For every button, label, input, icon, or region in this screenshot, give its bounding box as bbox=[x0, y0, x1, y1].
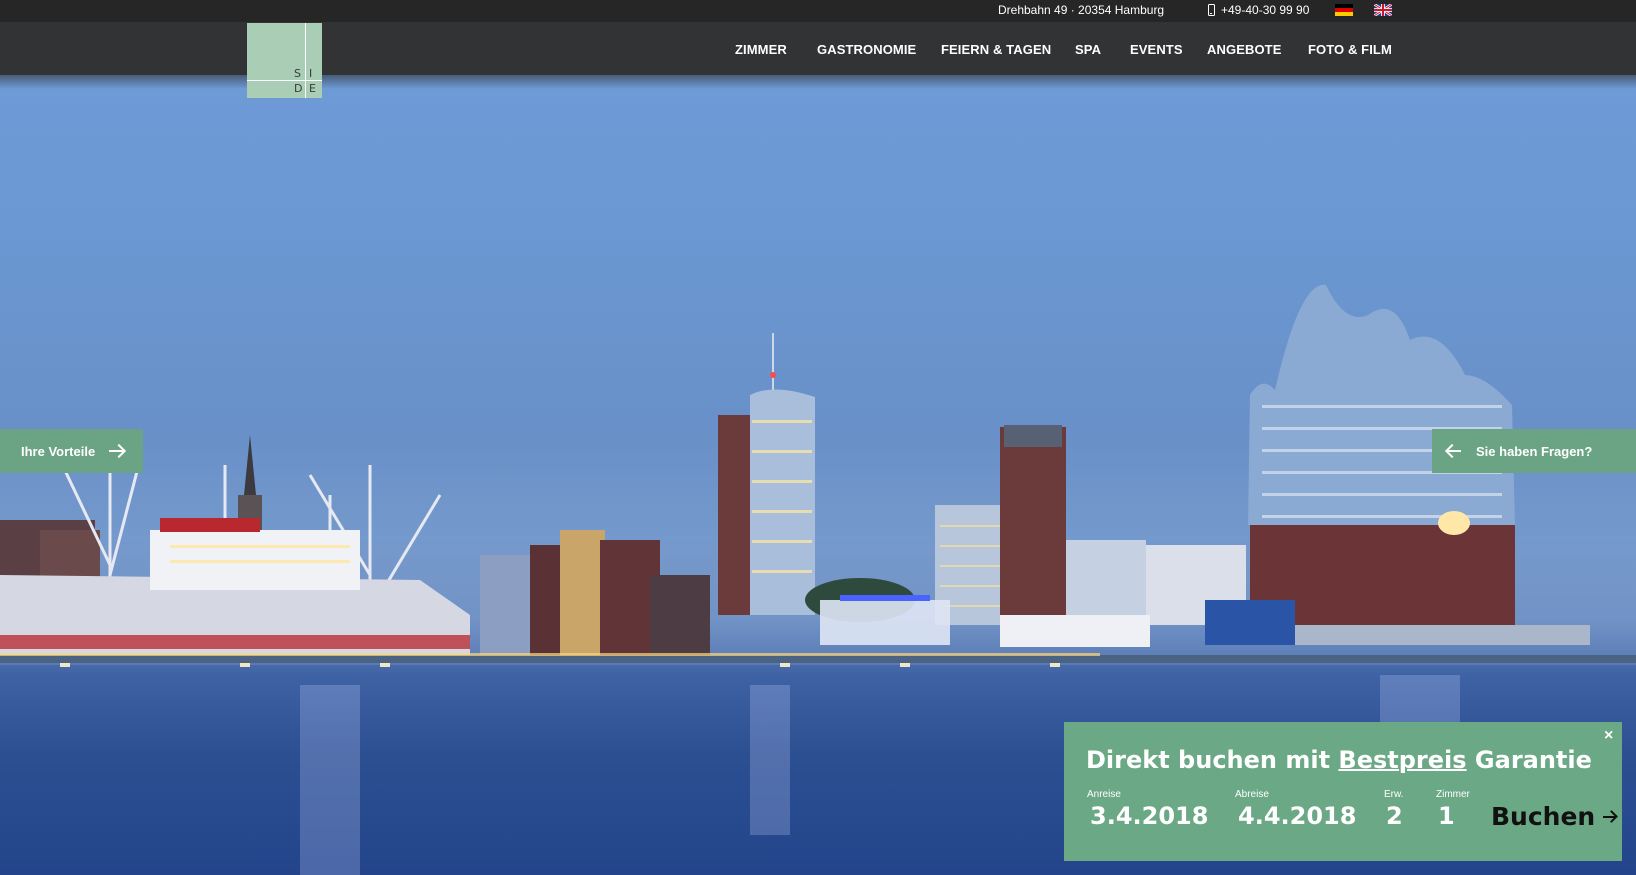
buchen-label: Buchen bbox=[1491, 802, 1596, 831]
logo-line-horizontal bbox=[247, 80, 322, 81]
en-flag-icon[interactable] bbox=[1374, 4, 1392, 16]
phone-number: +49-40-30 99 90 bbox=[1221, 3, 1310, 17]
arrow-right-icon bbox=[109, 444, 125, 458]
logo-letter: S bbox=[294, 67, 301, 80]
logo-line-vertical bbox=[305, 23, 306, 98]
nav-item-gastronomie[interactable]: GASTRONOMIE bbox=[817, 42, 916, 57]
rooms-field[interactable]: 1 bbox=[1438, 802, 1455, 830]
nav-item-events[interactable]: EVENTS bbox=[1130, 42, 1183, 57]
booking-widget: × Direkt buchen mit Bestpreis Garantie A… bbox=[1064, 722, 1622, 861]
bestpreis-link[interactable]: Bestpreis bbox=[1338, 746, 1466, 774]
logo-letter: I bbox=[309, 67, 313, 80]
adults-field[interactable]: 2 bbox=[1386, 802, 1403, 830]
arrow-right-icon bbox=[1603, 810, 1617, 824]
headline-text: Direkt buchen mit bbox=[1086, 746, 1339, 774]
nav-item-zimmer[interactable]: ZIMMER bbox=[735, 42, 787, 57]
close-icon[interactable]: × bbox=[1604, 727, 1613, 745]
phone-link[interactable]: +49-40-30 99 90 bbox=[1208, 3, 1309, 17]
sie-haben-fragen-label: Sie haben Fragen? bbox=[1476, 443, 1593, 459]
departure-label: Abreise bbox=[1235, 789, 1269, 800]
logo-letter: E bbox=[309, 82, 316, 95]
adults-label: Erw. bbox=[1384, 789, 1404, 800]
main-navigation-bar: ZIMMER GASTRONOMIE FEIERN & TAGEN SPA EV… bbox=[0, 22, 1636, 89]
booking-headline: Direkt buchen mit Bestpreis Garantie bbox=[1086, 746, 1592, 774]
ihre-vorteile-label: Ihre Vorteile bbox=[21, 443, 96, 459]
de-flag-icon[interactable] bbox=[1335, 4, 1353, 16]
nav-item-angebote[interactable]: ANGEBOTE bbox=[1207, 42, 1281, 57]
ihre-vorteile-tab[interactable]: Ihre Vorteile bbox=[0, 429, 143, 473]
headline-text: Garantie bbox=[1466, 746, 1592, 774]
arrow-left-icon bbox=[1446, 444, 1462, 458]
arrival-label: Anreise bbox=[1087, 789, 1121, 800]
side-hotel-logo[interactable]: S I D E bbox=[247, 23, 322, 98]
buchen-button[interactable]: Buchen bbox=[1491, 802, 1617, 831]
logo-letter: D bbox=[294, 82, 303, 95]
phone-icon bbox=[1208, 4, 1215, 16]
nav-item-spa[interactable]: SPA bbox=[1075, 42, 1101, 57]
rooms-label: Zimmer bbox=[1436, 789, 1470, 800]
sie-haben-fragen-tab[interactable]: Sie haben Fragen? bbox=[1432, 429, 1636, 473]
top-info-bar: Drehbahn 49 · 20354 Hamburg +49-40-30 99… bbox=[0, 0, 1636, 22]
nav-item-feiern-tagen[interactable]: FEIERN & TAGEN bbox=[941, 42, 1051, 57]
arrival-date-field[interactable]: 3.4.2018 bbox=[1090, 802, 1208, 830]
departure-date-field[interactable]: 4.4.2018 bbox=[1238, 802, 1356, 830]
nav-item-foto-film[interactable]: FOTO & FILM bbox=[1308, 42, 1392, 57]
address-text: Drehbahn 49 · 20354 Hamburg bbox=[998, 3, 1165, 17]
